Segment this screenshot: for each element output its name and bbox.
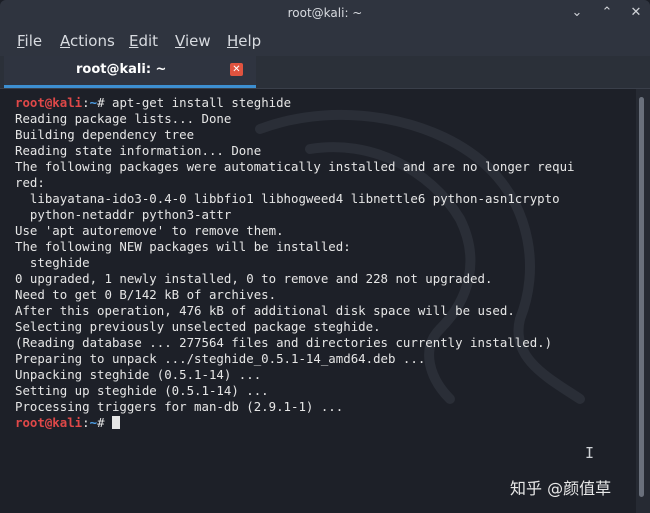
close-icon[interactable]: ✕ xyxy=(626,3,646,23)
prompt-separator: : xyxy=(82,95,90,110)
menu-actions[interactable]: Actions xyxy=(60,32,115,50)
window-title: root@kali: ~ xyxy=(287,6,363,20)
output-line: steghide xyxy=(15,255,90,270)
menu-view[interactable]: View xyxy=(175,32,211,50)
scrollbar[interactable] xyxy=(636,89,650,513)
maximize-icon[interactable]: ⌃ xyxy=(597,3,617,23)
menu-file[interactable]: File xyxy=(17,32,42,50)
terminal-output[interactable]: root@kali:~# apt-get install steghide Rea… xyxy=(0,89,636,513)
terminal-window: root@kali: ~ ⌄ ⌃ ✕ File Actions Edit Vie… xyxy=(0,0,650,513)
menu-help[interactable]: Help xyxy=(227,32,261,50)
output-line: python-netaddr python3-attr xyxy=(15,207,232,222)
title-bar[interactable]: root@kali: ~ ⌄ ⌃ ✕ xyxy=(0,0,650,28)
tab-label: root@kali: ~ xyxy=(76,62,167,77)
output-line: (Reading database ... 277564 files and d… xyxy=(15,335,553,350)
prompt-user: root@kali xyxy=(15,415,83,430)
minimize-icon[interactable]: ⌄ xyxy=(567,3,587,23)
output-line: 0 upgraded, 1 newly installed, 0 to remo… xyxy=(15,271,493,286)
output-line: Reading state information... Done xyxy=(15,143,262,158)
prompt-separator: : xyxy=(82,415,90,430)
prompt-path: ~ xyxy=(89,95,98,110)
tab-close-icon[interactable]: ✕ xyxy=(230,63,243,76)
output-line: red: xyxy=(15,175,45,190)
output-line: Preparing to unpack .../steghide_0.5.1-1… xyxy=(15,351,426,366)
output-line: Building dependency tree xyxy=(15,127,195,142)
output-line: The following packages were automaticall… xyxy=(15,159,575,174)
output-line: Use 'apt autoremove' to remove them. xyxy=(15,223,284,238)
prompt-symbol: # xyxy=(97,415,112,430)
output-line: After this operation, 476 kB of addition… xyxy=(15,303,515,318)
output-line: Unpacking steghide (0.5.1-14) ... xyxy=(15,367,262,382)
terminal-text: root@kali:~# apt-get install steghide Rea… xyxy=(15,95,575,431)
output-line: libayatana-ido3-0.4-0 libbfio1 libhogwee… xyxy=(15,191,560,206)
output-line: The following NEW packages will be insta… xyxy=(15,239,351,254)
text-cursor-icon: I xyxy=(585,444,595,462)
prompt-path: ~ xyxy=(89,415,98,430)
menu-bar: File Actions Edit View Help xyxy=(0,28,650,56)
menu-edit[interactable]: Edit xyxy=(129,32,158,50)
output-line: Reading package lists... Done xyxy=(15,111,232,126)
output-line: Processing triggers for man-db (2.9.1-1)… xyxy=(15,399,344,414)
output-line: Need to get 0 B/142 kB of archives. xyxy=(15,287,277,302)
prompt-user: root@kali xyxy=(15,95,83,110)
tab-root-kali[interactable]: root@kali: ~ ✕ xyxy=(4,56,256,88)
output-line: Setting up steghide (0.5.1-14) ... xyxy=(15,383,269,398)
tab-bar: root@kali: ~ ✕ xyxy=(0,56,650,89)
prompt-line: root@kali:~# xyxy=(15,415,575,431)
prompt-line: root@kali:~# apt-get install steghide xyxy=(15,95,575,111)
scrollbar-thumb[interactable] xyxy=(639,97,644,497)
watermark-text: 知乎 @颜值草 xyxy=(510,479,612,498)
terminal-cursor xyxy=(112,416,120,429)
prompt-symbol: # xyxy=(97,95,112,110)
output-line: Selecting previously unselected package … xyxy=(15,319,381,334)
command-text: apt-get install steghide xyxy=(112,95,292,110)
